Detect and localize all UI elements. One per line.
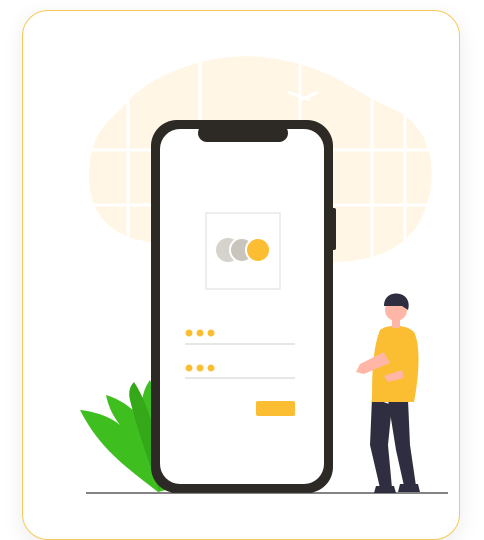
password-dot bbox=[185, 329, 193, 337]
password-dot bbox=[185, 364, 193, 372]
phone-screen bbox=[160, 129, 324, 484]
password-dot bbox=[207, 329, 215, 337]
person-figure bbox=[356, 293, 420, 493]
phone-notch bbox=[198, 124, 288, 142]
password-dot bbox=[196, 364, 204, 372]
phone-side-button bbox=[331, 208, 336, 250]
payment-card-icon bbox=[205, 212, 281, 290]
password-dot bbox=[207, 364, 215, 372]
submit-button[interactable] bbox=[256, 401, 295, 416]
password-dot bbox=[196, 329, 204, 337]
phone bbox=[151, 120, 336, 493]
login-illustration bbox=[80, 56, 448, 494]
